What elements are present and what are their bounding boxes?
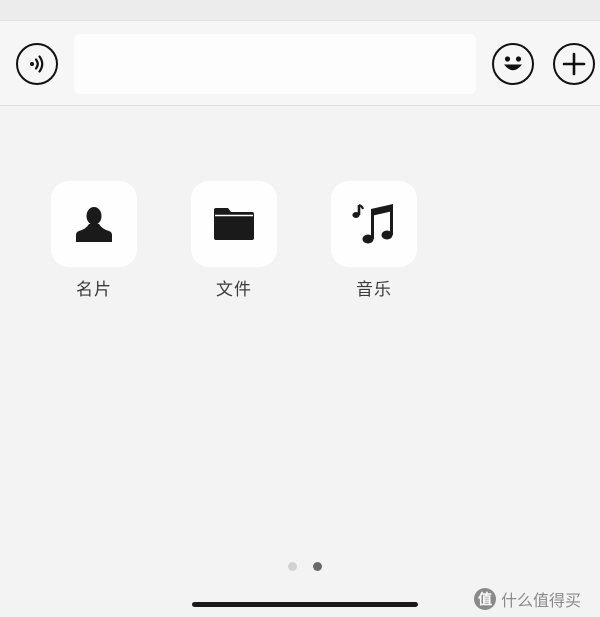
tile-file-box[interactable] xyxy=(191,181,277,267)
watermark: 值 什么值得买 xyxy=(474,586,598,612)
folder-icon xyxy=(214,208,254,240)
watermark-text: 什么值得买 xyxy=(501,591,582,610)
chat-input-bar xyxy=(0,20,600,106)
message-input[interactable] xyxy=(74,34,476,94)
watermark-logo-icon: 值 xyxy=(474,588,496,610)
tile-contact-card-box[interactable] xyxy=(51,181,137,267)
page-dot-2-active[interactable] xyxy=(313,562,322,571)
emoji-icon xyxy=(504,56,522,71)
attachment-panel: 名片 文件 音乐 值 什么值得买 xyxy=(0,106,600,617)
more-button[interactable] xyxy=(553,43,595,85)
tile-music-label: 音乐 xyxy=(356,280,392,300)
emoji-button[interactable] xyxy=(492,43,534,85)
voice-button[interactable] xyxy=(16,43,58,85)
tile-contact-card[interactable]: 名片 xyxy=(51,181,137,301)
tile-file-label: 文件 xyxy=(216,280,252,300)
voice-input-icon xyxy=(30,55,44,73)
page-dot-1[interactable] xyxy=(288,562,297,571)
status-bar-strip xyxy=(0,0,600,20)
tile-file[interactable]: 文件 xyxy=(191,181,277,301)
tile-music-box[interactable] xyxy=(331,181,417,267)
music-note-icon xyxy=(352,203,393,244)
plus-icon xyxy=(562,52,586,76)
tile-music[interactable]: 音乐 xyxy=(331,181,417,301)
person-icon xyxy=(76,207,112,242)
home-indicator[interactable] xyxy=(192,602,418,607)
page-indicator xyxy=(286,561,326,573)
tile-contact-card-label: 名片 xyxy=(76,280,112,300)
